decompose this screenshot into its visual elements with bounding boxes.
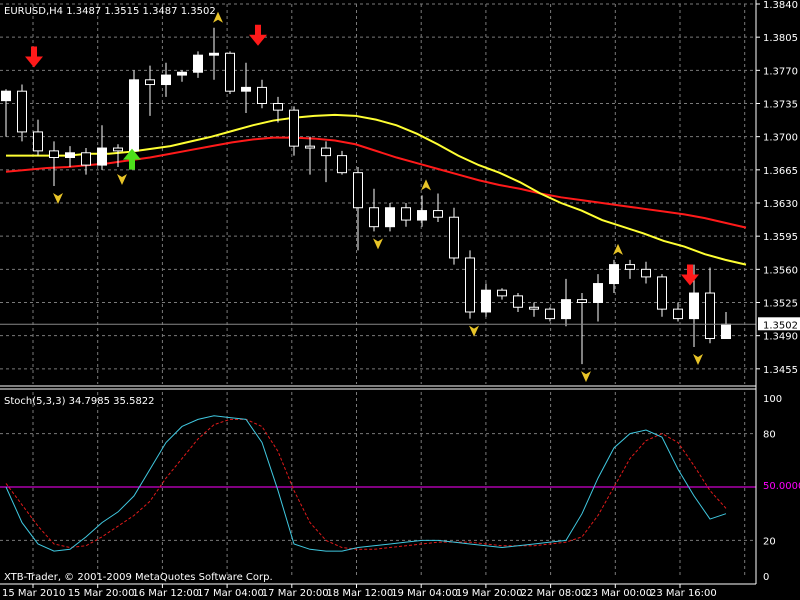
- candle-body: [353, 172, 363, 209]
- stoch-tick-label: 20: [763, 536, 776, 547]
- candle[interactable]: [225, 51, 235, 95]
- time-tick-label: 22 Mar 08:00: [521, 588, 588, 599]
- candle-body: [721, 323, 731, 340]
- time-tick-label: 17 Mar 20:00: [262, 588, 329, 599]
- price-tick-label: 1.3770: [763, 66, 798, 77]
- candle-body: [337, 155, 347, 174]
- current-price-label: 1.3502: [763, 320, 798, 331]
- candle-body: [481, 289, 491, 313]
- price-tick-label: 1.3735: [763, 100, 798, 111]
- price-tick-label: 1.3700: [763, 133, 798, 144]
- candle-body: [529, 306, 539, 310]
- time-tick-label: 23 Mar 00:00: [585, 588, 652, 599]
- candle-body: [33, 131, 43, 152]
- candle-body: [417, 210, 427, 221]
- price-tick-label: 1.3665: [763, 166, 798, 177]
- time-tick-label: 23 Mar 16:00: [650, 588, 717, 599]
- time-tick-label: 17 Mar 04:00: [197, 588, 264, 599]
- candle-body: [369, 207, 379, 228]
- candle[interactable]: [465, 250, 475, 319]
- candle-body: [177, 71, 187, 76]
- stoch-tick-label: 80: [763, 430, 776, 441]
- chart-window[interactable]: EURUSD,H4 1.3487 1.3515 1.3487 1.3502 1.…: [0, 0, 800, 600]
- candle-body: [545, 308, 555, 320]
- candle-body: [305, 145, 315, 149]
- price-tick-label: 1.3455: [763, 365, 798, 376]
- candle-body: [273, 103, 283, 111]
- candle-body: [97, 147, 107, 166]
- candle-body: [65, 152, 75, 159]
- candle-body: [513, 295, 523, 308]
- candle-body: [433, 210, 443, 218]
- price-tick-label: 1.3490: [763, 332, 798, 343]
- candle-body: [225, 52, 235, 92]
- symbol-info: EURUSD,H4 1.3487 1.3515 1.3487 1.3502: [4, 6, 216, 17]
- time-tick-label: 18 Mar 12:00: [327, 588, 394, 599]
- candle-body: [449, 216, 459, 259]
- candle-body: [561, 299, 571, 320]
- candle-body: [257, 86, 267, 105]
- stoch-tick-label: 100: [763, 394, 782, 405]
- candle-body: [385, 207, 395, 228]
- price-tick-label: 1.3840: [763, 0, 798, 11]
- candle-body: [609, 264, 619, 285]
- level-50-label: 50.0000: [763, 481, 800, 492]
- candle-body: [49, 150, 59, 159]
- price-tick-label: 1.3525: [763, 299, 798, 310]
- candle-body: [289, 109, 299, 147]
- candle-body: [193, 54, 203, 73]
- candle-body: [17, 90, 27, 133]
- time-tick-label: 16 Mar 12:00: [132, 588, 199, 599]
- time-tick-label: 15 Mar 20:00: [68, 588, 135, 599]
- candle-body: [145, 79, 155, 86]
- candle-body: [161, 74, 171, 86]
- price-tick-label: 1.3630: [763, 199, 798, 210]
- candle-body: [209, 52, 219, 56]
- candle-body: [497, 289, 507, 297]
- candle-body: [657, 276, 667, 310]
- candle-body: [241, 86, 251, 92]
- candle[interactable]: [385, 203, 395, 232]
- candle-body: [705, 292, 715, 340]
- candle-body: [465, 257, 475, 313]
- candle-body: [113, 147, 123, 152]
- copyright-text: XTB-Trader, © 2001-2009 MetaQuotes Softw…: [4, 572, 273, 583]
- candle-body: [321, 147, 331, 157]
- price-tick-label: 1.3805: [763, 33, 798, 44]
- candle-body: [625, 264, 635, 270]
- time-tick-label: 19 Mar 20:00: [456, 588, 523, 599]
- price-tick-label: 1.3595: [763, 232, 798, 243]
- candle-body: [593, 283, 603, 304]
- stochastic-title: Stoch(5,3,3) 34.7985 35.5822: [4, 396, 155, 407]
- time-tick-label: 15 Mar 2010: [2, 588, 65, 599]
- candle-body: [81, 152, 91, 166]
- candle-body: [577, 299, 587, 304]
- price-tick-label: 1.3560: [763, 265, 798, 276]
- stoch-tick-label: 0: [763, 572, 769, 583]
- candle-body: [401, 207, 411, 221]
- time-tick-label: 19 Mar 04:00: [391, 588, 458, 599]
- candle-body: [673, 308, 683, 320]
- candle-body: [689, 292, 699, 320]
- candle[interactable]: [129, 70, 139, 156]
- candle-body: [641, 268, 651, 278]
- candle-body: [129, 79, 139, 152]
- candle-body: [1, 90, 11, 102]
